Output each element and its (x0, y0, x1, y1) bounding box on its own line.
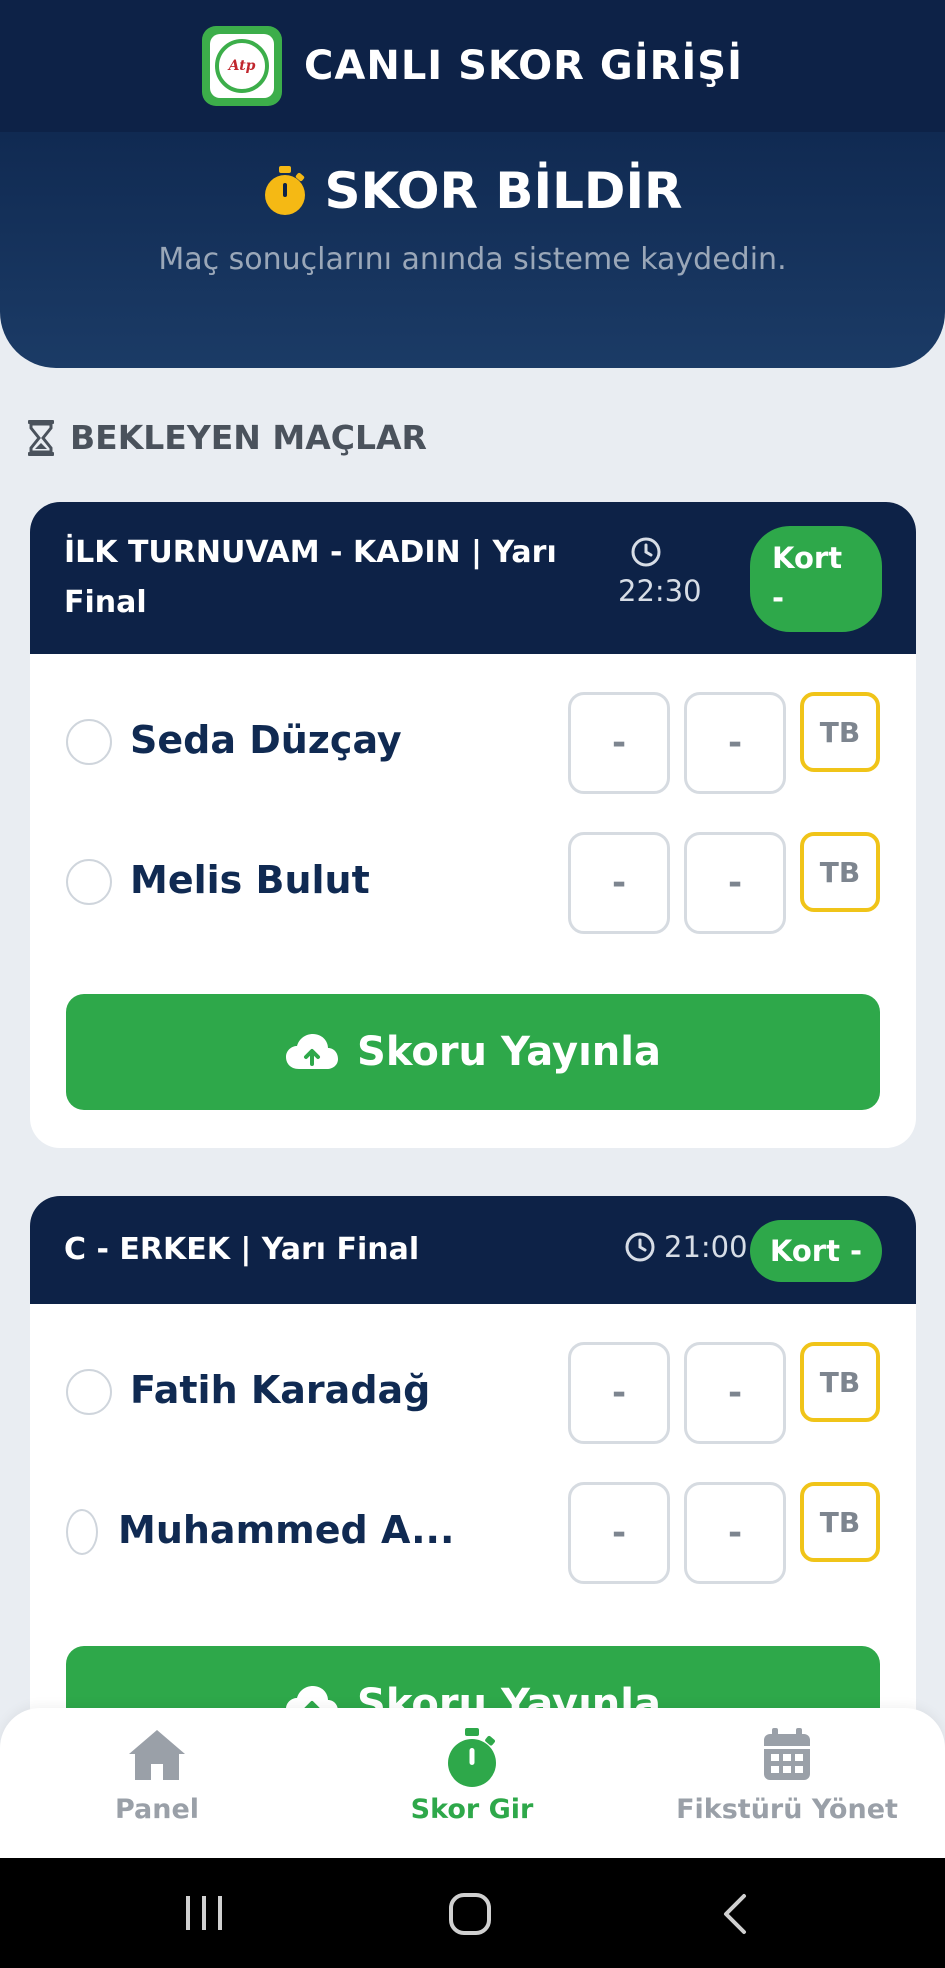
player-name: Seda Düzçay (130, 718, 402, 762)
recent-apps-icon[interactable] (184, 1894, 224, 1932)
set1-score-input[interactable]: - (568, 1482, 670, 1584)
hourglass-icon (28, 419, 54, 456)
clock-icon (631, 537, 661, 567)
player-name: Muhammed A... (118, 1508, 455, 1552)
match-time: 21:00 (624, 1230, 748, 1264)
set1-score-input[interactable]: - (568, 1342, 670, 1444)
tiebreak-input[interactable]: TB (800, 1342, 880, 1422)
set2-score-input[interactable]: - (684, 1482, 786, 1584)
clock-icon (625, 1232, 655, 1262)
set2-score-input[interactable]: - (684, 832, 786, 934)
match-header: İLK TURNUVAM - KADIN | Yarı Final 22:30 … (30, 502, 916, 654)
match-title: İLK TURNUVAM - KADIN | Yarı Final (64, 535, 557, 620)
tiebreak-input[interactable]: TB (800, 692, 880, 772)
nav-label: Skor Gir (410, 1794, 534, 1825)
player-row: Muhammed A... - - TB (30, 1482, 916, 1584)
back-icon[interactable] (720, 1892, 750, 1936)
player-row: Seda Düzçay - - TB (30, 692, 916, 794)
player-name: Fatih Karadağ (130, 1368, 431, 1412)
player-name: Melis Bulut (130, 858, 370, 902)
cloud-upload-icon (286, 1034, 339, 1069)
player-row: Melis Bulut - - TB (30, 832, 916, 934)
hero-subtitle: Maç sonuçlarını anında sisteme kaydedin. (158, 242, 787, 277)
pending-matches-heading: BEKLEYEN MAÇLAR (28, 418, 427, 457)
tiebreak-input[interactable]: TB (800, 1482, 880, 1562)
home-button-icon[interactable] (448, 1892, 492, 1936)
app-title: CANLI SKOR GİRİŞİ (304, 43, 743, 89)
tiebreak-input[interactable]: TB (800, 832, 880, 912)
calendar-icon (764, 1728, 810, 1780)
player-row: Fatih Karadağ - - TB (30, 1342, 916, 1444)
bottom-navigation: Panel Skor Gir Fikstürü Yönet (0, 1708, 945, 1858)
court-badge: Kort - (750, 1220, 882, 1282)
home-icon (129, 1730, 185, 1780)
winner-radio[interactable] (66, 719, 112, 765)
nav-item-panel[interactable]: Panel (7, 1728, 307, 1825)
nav-item-skor-gir[interactable]: Skor Gir (322, 1728, 622, 1825)
nav-item-fiksturu-yonet[interactable]: Fikstürü Yönet (637, 1728, 937, 1825)
nav-label: Panel (114, 1794, 200, 1825)
winner-radio[interactable] (66, 1369, 112, 1415)
winner-radio[interactable] (66, 859, 112, 905)
publish-score-button[interactable]: Skoru Yayınla (66, 994, 880, 1110)
match-card: C - ERKEK | Yarı Final 21:00 Kort - Fati… (30, 1196, 916, 1796)
stopwatch-icon (448, 1728, 496, 1787)
hero-banner: SKOR BİLDİR Maç sonuçlarını anında siste… (0, 132, 945, 368)
system-nav-bar (0, 1858, 945, 1968)
stopwatch-icon (265, 166, 306, 215)
match-card: İLK TURNUVAM - KADIN | Yarı Final 22:30 … (30, 502, 916, 1148)
set2-score-input[interactable]: - (684, 692, 786, 794)
set2-score-input[interactable]: - (684, 1342, 786, 1444)
match-time: 22:30 (618, 536, 702, 608)
match-title: C - ERKEK | Yarı Final (64, 1232, 420, 1267)
court-badge: Kort - (750, 526, 882, 632)
set1-score-input[interactable]: - (568, 692, 670, 794)
club-logo: Atp (202, 26, 283, 106)
nav-label: Fikstürü Yönet (676, 1794, 898, 1825)
match-header: C - ERKEK | Yarı Final 21:00 Kort - (30, 1196, 916, 1304)
winner-radio[interactable] (66, 1509, 98, 1555)
hero-title: SKOR BİLDİR (324, 162, 683, 220)
app-bar: Atp CANLI SKOR GİRİŞİ (0, 0, 945, 132)
set1-score-input[interactable]: - (568, 832, 670, 934)
